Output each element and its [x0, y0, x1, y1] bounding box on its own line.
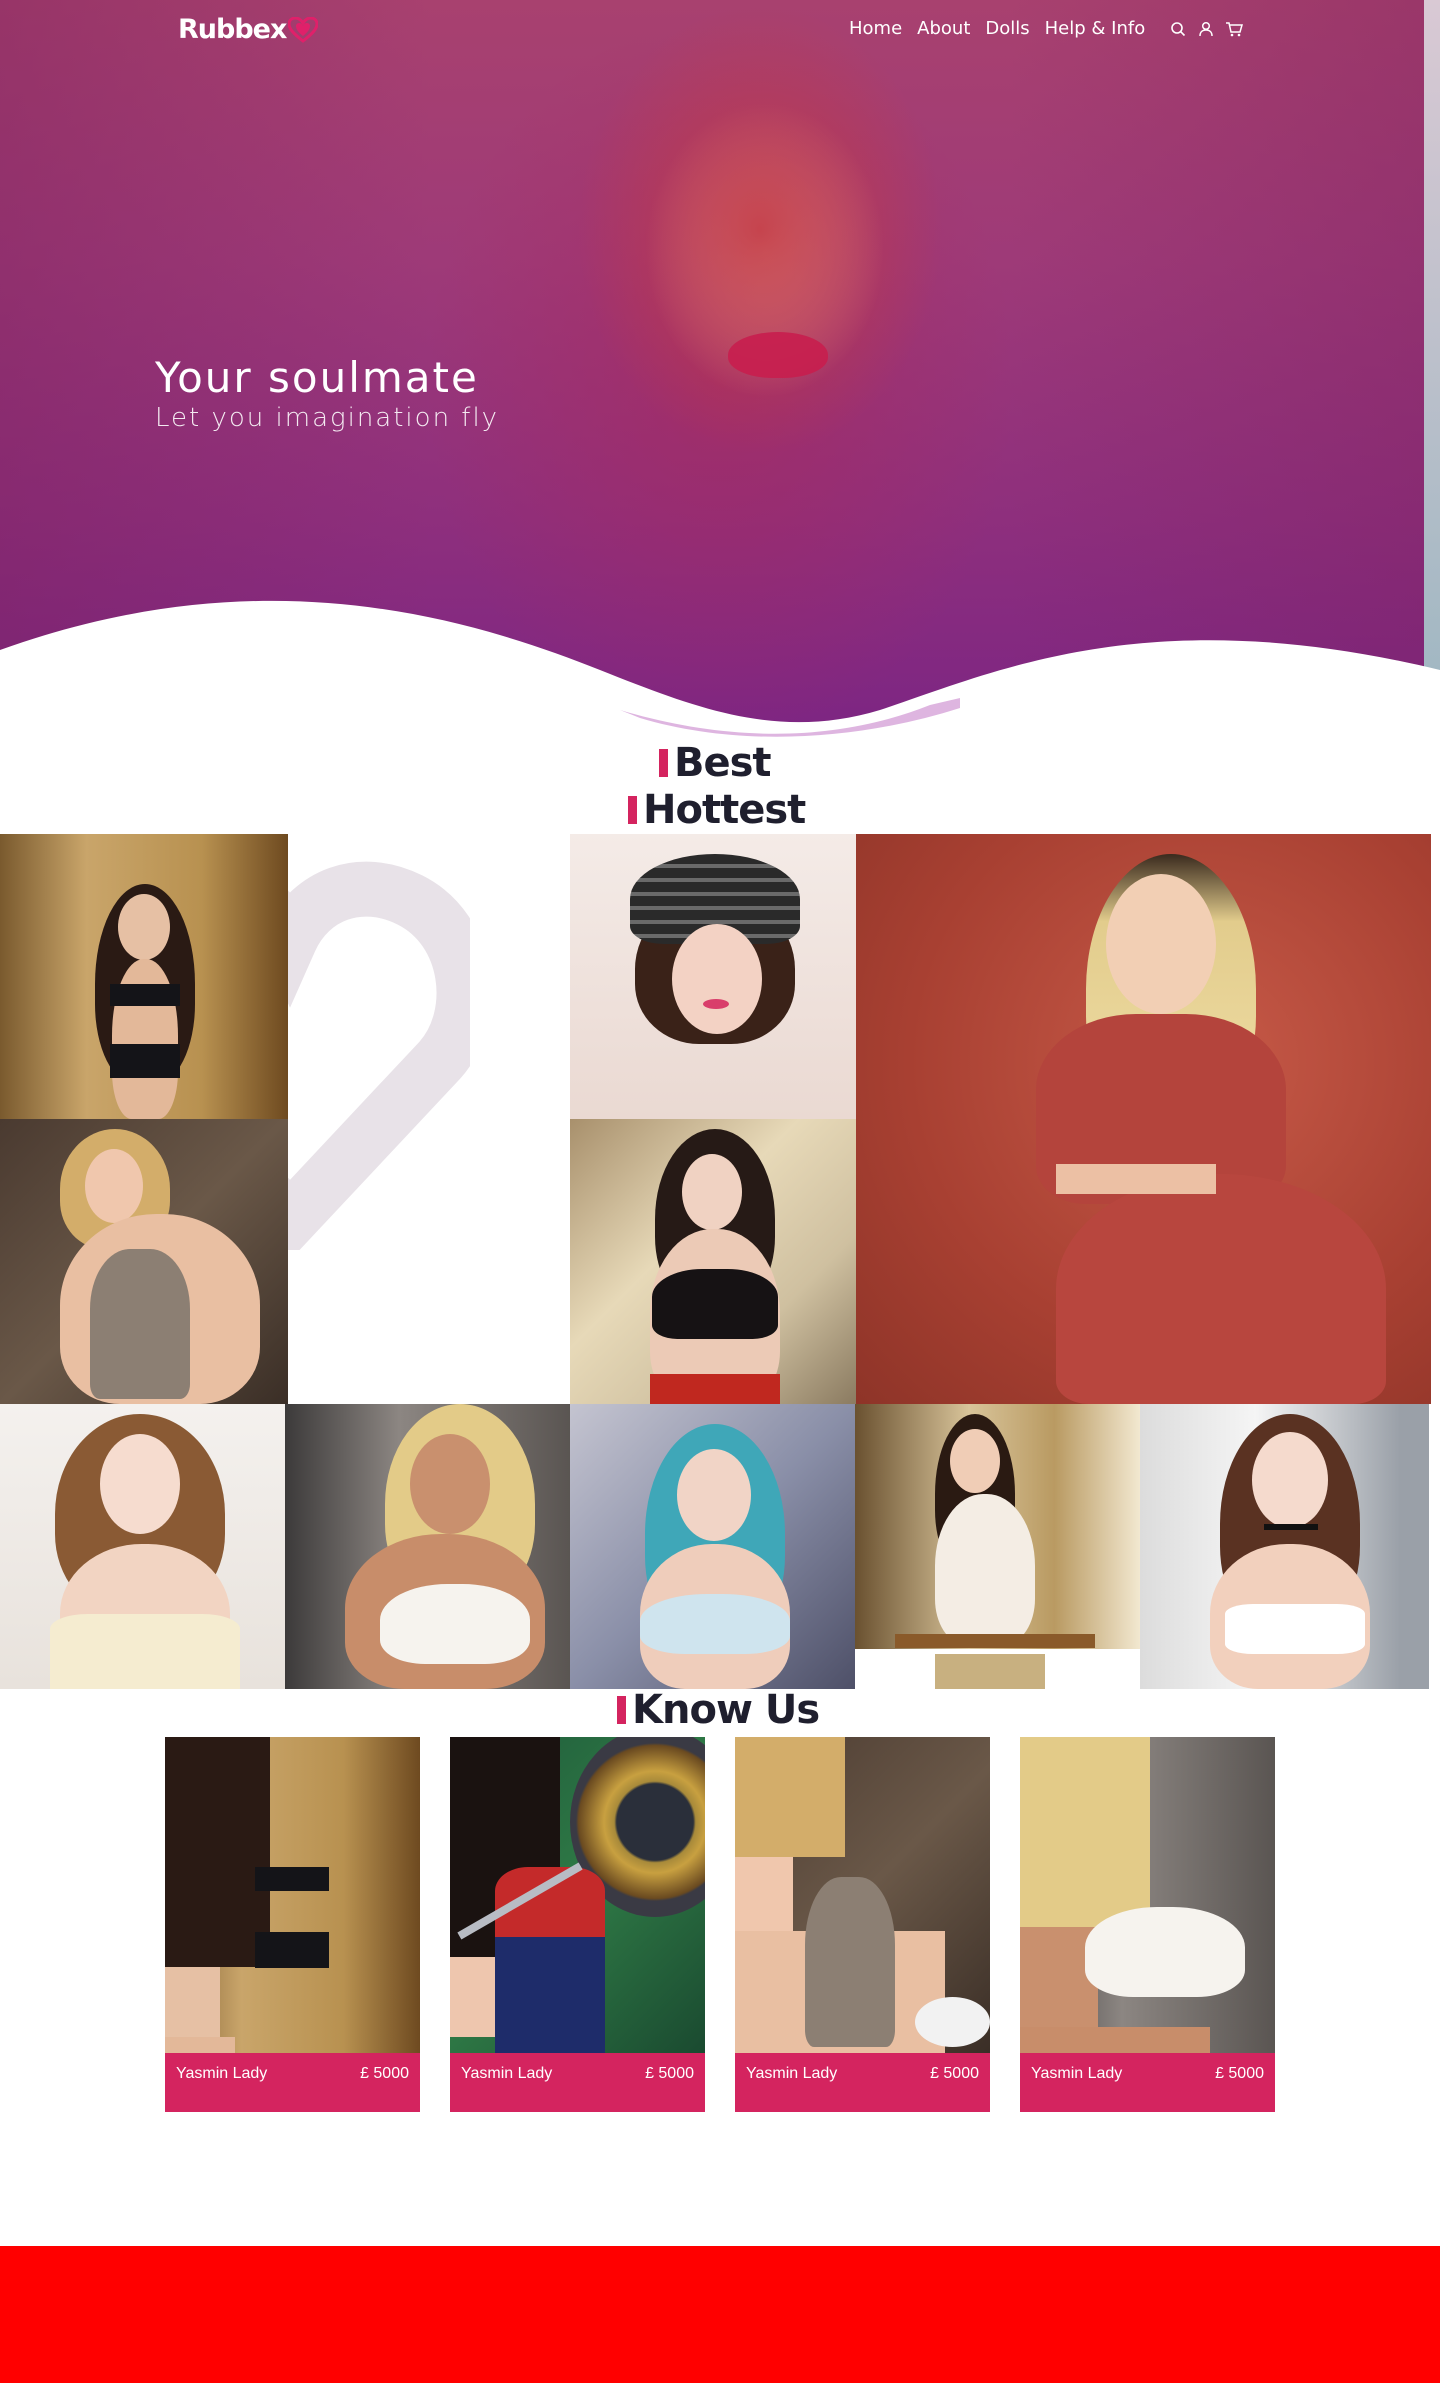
nav-link-about[interactable]: About: [917, 18, 970, 39]
heading-text-know-us: Know Us: [632, 1687, 820, 1733]
gallery-tile[interactable]: [570, 1404, 855, 1689]
nav-link-help-info[interactable]: Help & Info: [1045, 18, 1146, 39]
product-name: Yasmin Lady: [746, 2065, 838, 2082]
product-price: £ 5000: [645, 2065, 694, 2082]
heading-accent-bar: [628, 796, 637, 824]
product-price: £ 5000: [930, 2065, 979, 2082]
product-photo: [1020, 1737, 1275, 2053]
product-card[interactable]: Yasmin Lady £ 5000: [735, 1737, 990, 2112]
gallery-tile[interactable]: [570, 834, 856, 1119]
nav-link-dolls[interactable]: Dolls: [985, 18, 1029, 39]
hero-banner: Rubbex Home About Dolls Help & Info Your…: [0, 0, 1440, 740]
gallery-tile[interactable]: [0, 834, 288, 1119]
footer-bar: [0, 2246, 1440, 2383]
product-photo: [450, 1737, 705, 2053]
nav-links: Home About Dolls Help & Info: [849, 18, 1244, 39]
product-card-footer: Yasmin Lady £ 5000: [1020, 2053, 1275, 2112]
product-card[interactable]: Yasmin Lady £ 5000: [1020, 1737, 1275, 2112]
gallery-tile[interactable]: [855, 1404, 1140, 1689]
hero-photo-detail: [728, 332, 828, 378]
heading-accent-bar: [617, 1696, 626, 1724]
section-heading-hottest: Hottest: [628, 787, 806, 833]
nav-link-home[interactable]: Home: [849, 18, 902, 39]
product-card[interactable]: Yasmin Lady £ 5000: [165, 1737, 420, 2112]
heading-text-best: Best: [674, 740, 772, 786]
hero-text-block: Your soulmate Let you imagination fly: [155, 353, 500, 434]
product-card[interactable]: Yasmin Lady £ 5000: [450, 1737, 705, 2112]
heading-text-hottest: Hottest: [643, 787, 806, 833]
top-navbar: Rubbex Home About Dolls Help & Info: [0, 0, 1440, 60]
gallery-tile-featured[interactable]: [856, 834, 1431, 1404]
section-heading-best: Best: [659, 740, 772, 786]
gallery-tile[interactable]: [0, 1404, 285, 1689]
brand-logo-text: Rubbex: [178, 14, 287, 45]
product-photo: [165, 1737, 420, 2053]
product-card-footer: Yasmin Lady £ 5000: [450, 2053, 705, 2112]
hero-title: Your soulmate: [155, 353, 479, 402]
product-card-footer: Yasmin Lady £ 5000: [735, 2053, 990, 2112]
section-heading-know-us: Know Us: [617, 1687, 820, 1733]
product-photo: [735, 1737, 990, 2053]
gallery-tile[interactable]: [1140, 1404, 1429, 1689]
brand-logo[interactable]: Rubbex: [178, 14, 319, 45]
cart-icon[interactable]: [1224, 19, 1244, 39]
user-icon[interactable]: [1196, 19, 1216, 39]
gallery-tile[interactable]: [0, 1119, 288, 1404]
gallery-tile[interactable]: [285, 1404, 570, 1689]
heart-logo-icon: [288, 16, 319, 43]
product-name: Yasmin Lady: [176, 2065, 268, 2082]
product-name: Yasmin Lady: [1031, 2065, 1123, 2082]
heading-accent-bar: [659, 749, 668, 777]
product-price: £ 5000: [1215, 2065, 1264, 2082]
hero-subtitle: Let you imagination fly: [155, 403, 500, 434]
product-card-footer: Yasmin Lady £ 5000: [165, 2053, 420, 2112]
search-icon[interactable]: [1168, 19, 1188, 39]
product-price: £ 5000: [360, 2065, 409, 2082]
product-name: Yasmin Lady: [461, 2065, 553, 2082]
gallery-tile[interactable]: [570, 1119, 858, 1404]
hero-wave-divider: [0, 600, 1440, 740]
